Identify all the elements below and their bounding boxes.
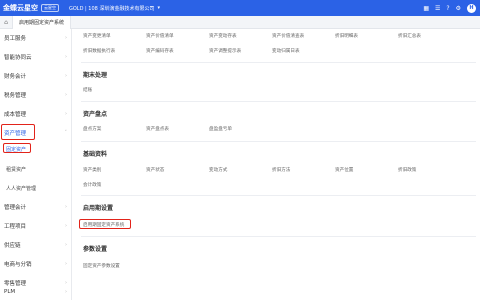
section-link[interactable]: 折旧政策 (398, 167, 416, 173)
report-link[interactable]: 资产变动存表 (209, 33, 237, 39)
chevron-right-icon: › (65, 261, 67, 267)
report-link[interactable]: 折旧明细表 (335, 33, 358, 39)
chevron-right-icon: › (65, 73, 67, 79)
tab-bar: ⌂ 启用期固定资产系统 (0, 15, 480, 29)
sidebar-item-engineering[interactable]: 工程项目 › (0, 218, 72, 234)
divider (81, 62, 476, 63)
section-link[interactable]: 资产位置 (335, 167, 353, 173)
divider (81, 101, 476, 102)
section-link[interactable]: 变动方式 (209, 167, 227, 173)
help-icon[interactable]: ? (446, 5, 449, 12)
divider (81, 236, 476, 237)
sidebar-item-employee-service[interactable]: 员工服务 › (0, 30, 72, 46)
sidebar-subitem-lease-assets[interactable]: 租赁资产 (0, 162, 72, 176)
sidebar-item-management-accounting[interactable]: 管理会计 › (0, 199, 72, 215)
divider (81, 141, 476, 142)
chevron-right-icon: › (65, 223, 67, 229)
top-bar: 金蝶云星空 云星空 GOLD | 108 深圳演金融技术有限公司 ▾ ▦ ☰ ?… (0, 0, 480, 16)
sidebar-item-ecommerce[interactable]: 电商与分销 › (0, 256, 72, 272)
main-content: 资产变更清单 资产价值清单 资产变动存表 资产价值清查表 折旧明细表 折旧汇总表… (73, 29, 480, 300)
sidebar-item-supply-chain[interactable]: 供应链 › (0, 237, 72, 253)
edition-badge: 云星空 (41, 4, 59, 12)
sidebar-item-collaboration[interactable]: 智能协同云 › (0, 49, 72, 65)
highlight-box (79, 219, 131, 229)
sidebar-item-financial-accounting[interactable]: 财务会计 › (0, 68, 72, 84)
sidebar-item-tax[interactable]: 税务管理 › (0, 87, 72, 103)
highlight-box (1, 124, 35, 140)
chevron-right-icon: › (65, 242, 67, 248)
report-link[interactable]: 资产价值清单 (146, 33, 174, 39)
sidebar-subitem-people-assets[interactable]: 人人资产管理 (0, 181, 72, 195)
section-link[interactable]: 结账 (83, 87, 92, 93)
section-link[interactable]: 资产盘点表 (146, 126, 169, 132)
report-link[interactable]: 资产价值清查表 (272, 33, 304, 39)
sidebar: 员工服务 › 智能协同云 › 财务会计 › 税务管理 › 成本管理 › 资产管理 ˅ 固定资… (0, 29, 72, 300)
report-link[interactable]: 折旧数据执行表 (83, 48, 115, 54)
report-link[interactable]: 资产编码存表 (146, 48, 174, 54)
section-link[interactable]: 资产类别 (83, 167, 101, 173)
sidebar-item-plm[interactable]: PLM › (0, 284, 72, 300)
divider (81, 195, 476, 196)
chevron-right-icon: › (65, 35, 67, 41)
section-title: 启用期设置 (83, 205, 114, 212)
org-selector[interactable]: GOLD | 108 深圳演金融技术有限公司 (69, 5, 154, 12)
section-link[interactable]: 盘点方案 (83, 126, 101, 132)
chevron-right-icon: › (65, 54, 67, 60)
grid-icon[interactable]: ▦ (423, 5, 429, 12)
chevron-down-icon: ˅ (64, 130, 68, 136)
report-link[interactable]: 变动归属日表 (272, 48, 300, 54)
report-link[interactable]: 资产变更清单 (83, 33, 111, 39)
report-link[interactable]: 折旧汇总表 (398, 33, 421, 39)
section-title: 参数设置 (83, 246, 108, 253)
sidebar-item-cost[interactable]: 成本管理 › (0, 106, 72, 122)
chevron-right-icon: › (65, 289, 67, 295)
section-link[interactable]: 盘盈盘亏单 (209, 126, 232, 132)
chevron-right-icon: › (65, 92, 67, 98)
home-icon[interactable]: ⌂ (0, 19, 12, 26)
section-title: 期末处理 (83, 72, 108, 79)
chevron-right-icon: › (65, 204, 67, 210)
section-link[interactable]: 固定资产参数设置 (83, 263, 120, 269)
section-link[interactable]: 资产状态 (146, 167, 164, 173)
section-title: 基础资料 (83, 151, 108, 158)
app-logo[interactable]: 金蝶云星空 (3, 3, 38, 13)
avatar[interactable]: H (467, 3, 476, 13)
top-right-tools: ▦ ☰ ? ⚙ H (423, 0, 476, 16)
chevron-down-icon[interactable]: ▾ (157, 5, 160, 11)
tab-active[interactable]: 启用期固定资产系统 (12, 15, 72, 29)
section-title: 资产盘点 (83, 111, 108, 118)
chevron-right-icon: › (65, 111, 67, 117)
section-link[interactable]: 折旧方法 (272, 167, 290, 173)
highlight-box (3, 143, 31, 153)
section-link[interactable]: 会计政策 (83, 182, 101, 188)
report-link[interactable]: 资产调整提示表 (209, 48, 241, 54)
menu-icon[interactable]: ☰ (435, 5, 440, 12)
settings-icon[interactable]: ⚙ (456, 5, 461, 12)
